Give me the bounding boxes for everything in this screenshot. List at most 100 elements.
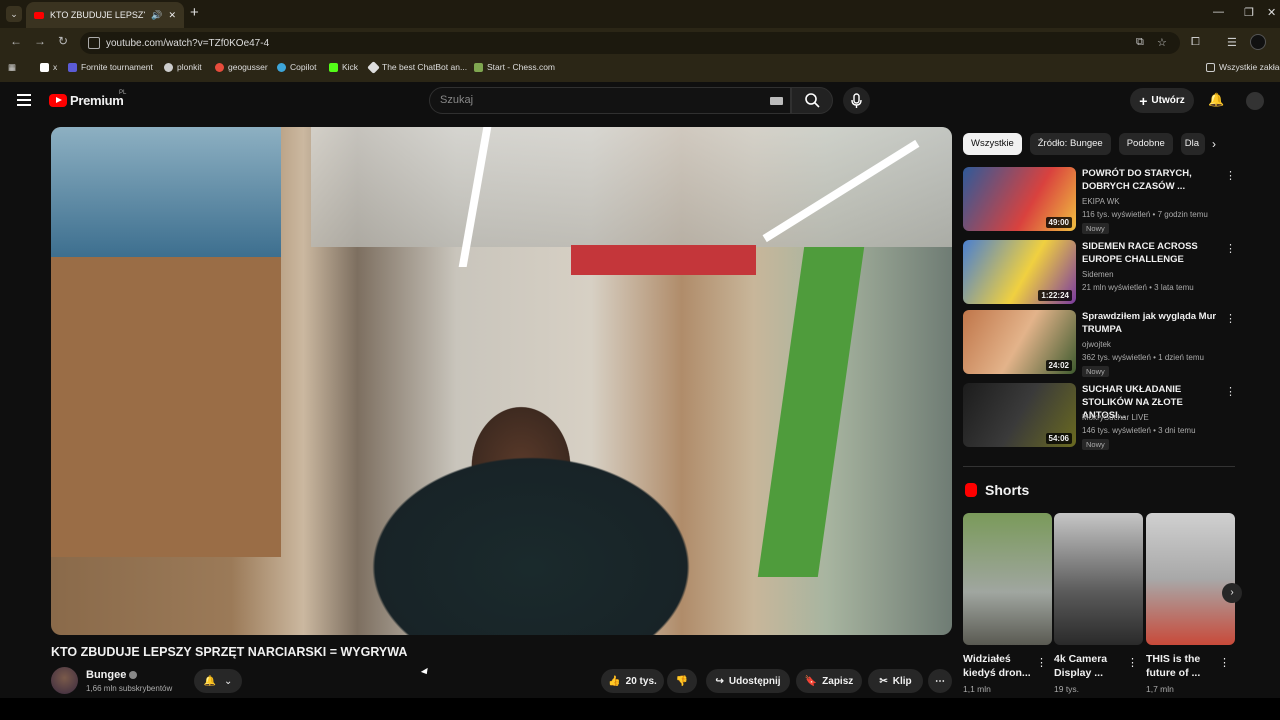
bookmark-fortnite[interactable]: Fornite tournament <box>68 62 153 72</box>
close-tab-icon[interactable]: ✕ <box>168 10 176 21</box>
bookmark-x[interactable]: x <box>40 62 57 72</box>
fortnite-icon <box>68 62 77 72</box>
thumbnail[interactable]: 54:06 <box>963 383 1076 447</box>
short-title[interactable]: THIS is the future of ... <box>1146 652 1224 680</box>
recommendation-channel[interactable]: EKIPA WK <box>1082 197 1120 206</box>
bottom-bar <box>0 698 1280 720</box>
tab-search-button[interactable]: ⌄ <box>6 6 22 22</box>
chip-source[interactable]: Źródło: Bungee <box>1029 133 1111 155</box>
search-input[interactable]: Szukaj <box>429 87 791 114</box>
shorts-icon <box>965 483 977 497</box>
more-actions-button[interactable]: ⋯ <box>928 669 952 693</box>
short-thumbnail[interactable] <box>1054 513 1143 645</box>
dislike-button[interactable]: 👎 <box>667 669 697 693</box>
like-button[interactable]: 👍 20 tys. <box>601 669 664 693</box>
bookmark-geogusser[interactable]: geogusser <box>215 62 268 72</box>
more-vert-icon[interactable]: ⋮ <box>1225 169 1236 182</box>
more-vert-icon[interactable]: ⋮ <box>1225 312 1236 325</box>
chevron-down-icon: ⌄ <box>224 675 233 687</box>
maximize-button[interactable]: ❐ <box>1244 6 1254 19</box>
browser-tab[interactable]: KTO ZBUDUJE LEPSZY SPRZĘ 🔊 ✕ <box>26 2 184 28</box>
more-vert-icon[interactable]: ⋮ <box>1036 656 1047 669</box>
more-vert-icon[interactable]: ⋮ <box>1225 385 1236 398</box>
voice-search-button[interactable] <box>843 87 870 114</box>
bookmark-star-icon[interactable]: ☆ <box>1157 36 1167 49</box>
new-tab-button[interactable]: + <box>190 4 199 21</box>
apps-icon[interactable]: ▦ <box>8 62 16 73</box>
reading-list-icon[interactable]: ☰ <box>1227 36 1237 49</box>
chip-related[interactable]: Podobne <box>1118 133 1173 155</box>
share-button[interactable]: ↪ Udostępnij <box>706 669 790 693</box>
profile-avatar[interactable] <box>1250 34 1266 50</box>
search-button[interactable] <box>791 87 833 114</box>
pin-icon <box>215 62 224 72</box>
thumbnail[interactable]: 49:00 <box>963 167 1076 231</box>
clip-button[interactable]: ✂ Klip <box>868 669 923 693</box>
chip-all[interactable]: Wszystkie <box>963 133 1022 155</box>
recommendation-title[interactable]: Sprawdziłem jak wygląda Mur TRUMPA <box>1082 310 1222 336</box>
shorts-heading: Shorts <box>965 482 1029 498</box>
thumbnail[interactable]: 1:22:24 <box>963 240 1076 304</box>
back-button[interactable]: ← <box>10 34 22 48</box>
new-badge: Nowy <box>1082 439 1109 450</box>
short-thumbnail[interactable] <box>963 513 1052 645</box>
reload-button[interactable]: ↻ <box>58 34 68 48</box>
recommendation-title[interactable]: SIDEMEN RACE ACROSS EUROPE CHALLENGE <box>1082 240 1222 266</box>
copilot-icon <box>277 62 286 72</box>
youtube-logo[interactable]: Premium PL <box>49 90 126 108</box>
menu-icon[interactable] <box>17 94 31 106</box>
site-info-icon[interactable] <box>88 37 100 49</box>
short-thumbnail[interactable] <box>1146 513 1235 645</box>
bookmark-plonkit[interactable]: plonkit <box>164 62 202 72</box>
bookmark-chess[interactable]: Start - Chess.com <box>474 62 555 72</box>
bookmark-chatbot[interactable]: The best ChatBot an... <box>367 60 467 74</box>
forward-button[interactable]: → <box>34 34 46 48</box>
user-avatar[interactable] <box>1246 92 1264 110</box>
bookmark-copilot[interactable]: Copilot <box>277 62 316 72</box>
audio-icon[interactable]: 🔊 <box>151 10 162 21</box>
create-button[interactable]: + Utwórz <box>1130 88 1194 113</box>
recommendation-meta: 146 tys. wyświetleń • 3 dni temu <box>1082 426 1196 435</box>
recommendation-item[interactable]: 24:02 Sprawdziłem jak wygląda Mur TRUMPA… <box>963 310 1236 377</box>
chip-for-you[interactable]: Dla <box>1180 133 1205 155</box>
recommendation-title[interactable]: POWRÓT DO STARYCH, DOBRYCH CZASÓW ... <box>1082 167 1222 193</box>
install-app-icon[interactable]: ⧉ <box>1136 36 1144 49</box>
subscriber-count: 1,66 mln subskrybentów <box>86 684 173 693</box>
kick-icon <box>329 62 338 72</box>
plonkit-icon <box>164 62 173 72</box>
subscription-bell-button[interactable]: 🔔 ⌄ <box>194 669 242 693</box>
recommendation-meta: 116 tys. wyświetleń • 7 godzin temu <box>1082 210 1208 219</box>
more-icon: ⋯ <box>935 675 945 687</box>
video-player[interactable] <box>51 127 952 635</box>
address-bar[interactable]: youtube.com/watch?v=TZf0KOe47-4 <box>80 32 1180 54</box>
video-frame <box>311 127 952 247</box>
recommendation-item[interactable]: 54:06 SUCHAR UKŁADANIE STOLIKÓW NA ZŁOTE… <box>963 383 1236 450</box>
short-title[interactable]: 4k Camera Display ... <box>1054 652 1132 680</box>
thumbnail[interactable]: 24:02 <box>963 310 1076 374</box>
shorts-next-icon[interactable]: › <box>1222 583 1242 603</box>
save-button[interactable]: 🔖 Zapisz <box>796 669 862 693</box>
more-vert-icon[interactable]: ⋮ <box>1127 656 1138 669</box>
extensions-icon[interactable]: ⧠ <box>1191 36 1200 49</box>
bell-icon: 🔔 <box>203 675 217 687</box>
recommendation-channel[interactable]: ojwojtek <box>1082 340 1111 349</box>
all-bookmarks[interactable]: Wszystkie zakład <box>1206 62 1280 72</box>
thumbs-up-icon: 👍 <box>608 675 621 687</box>
bookmark-kick[interactable]: Kick <box>329 62 358 72</box>
keyboard-icon[interactable] <box>770 97 783 105</box>
notifications-bell-icon[interactable]: 🔔 <box>1208 92 1224 108</box>
recommendation-channel[interactable]: MokrySuchar LIVE <box>1082 413 1149 422</box>
channel-name[interactable]: Bungee <box>86 669 138 681</box>
recommendation-item[interactable]: 49:00 POWRÓT DO STARYCH, DOBRYCH CZASÓW … <box>963 167 1236 234</box>
more-vert-icon[interactable]: ⋮ <box>1219 656 1230 669</box>
recommendation-item[interactable]: 1:22:24 SIDEMEN RACE ACROSS EUROPE CHALL… <box>963 240 1236 306</box>
minimize-button[interactable]: — <box>1213 6 1224 18</box>
short-title[interactable]: Widziałeś kiedyś dron... <box>963 652 1041 680</box>
channel-avatar[interactable] <box>51 667 78 694</box>
chevron-right-icon[interactable]: › <box>1212 137 1216 151</box>
x-icon <box>40 62 49 72</box>
recommendation-channel[interactable]: Sidemen <box>1082 270 1114 279</box>
more-vert-icon[interactable]: ⋮ <box>1225 242 1236 255</box>
new-badge: Nowy <box>1082 223 1109 234</box>
close-window-button[interactable]: ✕ <box>1267 6 1276 19</box>
